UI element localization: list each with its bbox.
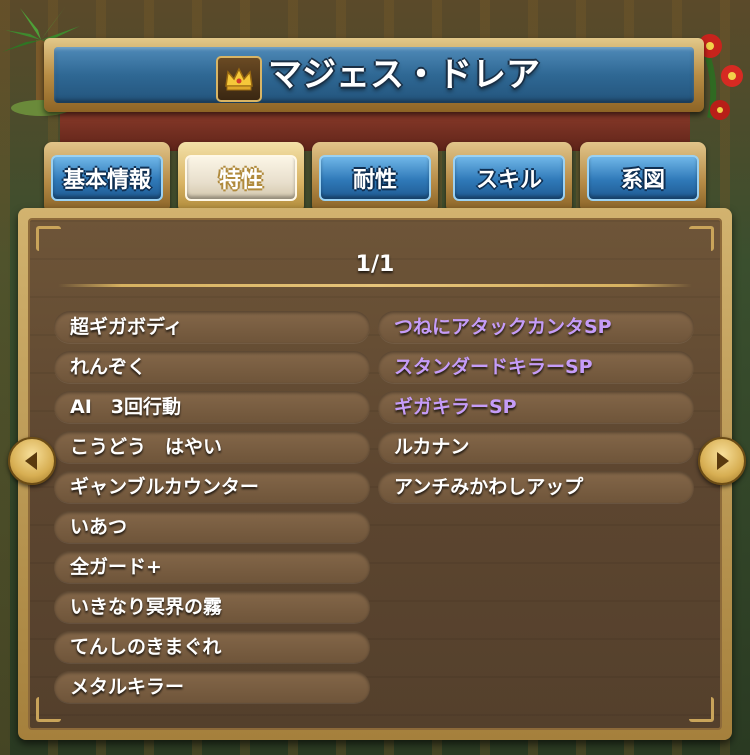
tab-resistance[interactable]: 耐性 (312, 142, 438, 210)
tab-lineage[interactable]: 系図 (580, 142, 706, 210)
trait-item[interactable]: こうどう はやい (54, 431, 370, 463)
tab-skills[interactable]: スキル (446, 142, 572, 210)
trait-item[interactable]: れんぞく (54, 351, 370, 383)
trait-item-sp[interactable]: つねにアタックカンタSP (378, 311, 694, 343)
crown-icon (216, 56, 262, 102)
corner-ornament (689, 697, 714, 722)
tab-traits-label: 特性 (185, 155, 297, 201)
tab-basic-info[interactable]: 基本情報 (44, 142, 170, 210)
page-indicator: 1/1 (355, 252, 395, 277)
trait-item[interactable]: いあつ (54, 511, 370, 543)
arrow-left-icon (25, 452, 37, 470)
corner-ornament (689, 226, 714, 251)
trait-item-sp[interactable]: スタンダードキラーSP (378, 351, 694, 383)
trait-item[interactable]: 超ギガボディ (54, 311, 370, 343)
tab-resistance-label: 耐性 (319, 155, 431, 201)
trait-item[interactable]: いきなり冥界の霧 (54, 591, 370, 623)
trait-item[interactable]: てんしのきまぐれ (54, 631, 370, 663)
previous-page-button[interactable] (8, 437, 56, 485)
trait-item[interactable]: 全ガード+ (54, 551, 370, 583)
trait-item[interactable]: ギャンブルカウンター (54, 471, 370, 503)
trait-item[interactable]: ルカナン (378, 431, 694, 463)
trait-item-sp[interactable]: ギガキラーSP (378, 391, 694, 423)
corner-ornament (36, 697, 61, 722)
tab-traits[interactable]: 特性 (178, 142, 304, 210)
corner-ornament (36, 226, 61, 251)
trait-item[interactable]: アンチみかわしアップ (378, 471, 694, 503)
tab-lineage-label: 系図 (587, 155, 699, 201)
tab-skills-label: スキル (453, 155, 565, 201)
monster-name-title: マジェス・ドレア (268, 55, 540, 95)
arrow-right-icon (717, 452, 729, 470)
divider (58, 284, 692, 287)
tab-basic-info-label: 基本情報 (51, 155, 163, 201)
trait-item[interactable]: メタルキラー (54, 671, 370, 703)
next-page-button[interactable] (698, 437, 746, 485)
trait-item[interactable]: AI 3回行動 (54, 391, 370, 423)
